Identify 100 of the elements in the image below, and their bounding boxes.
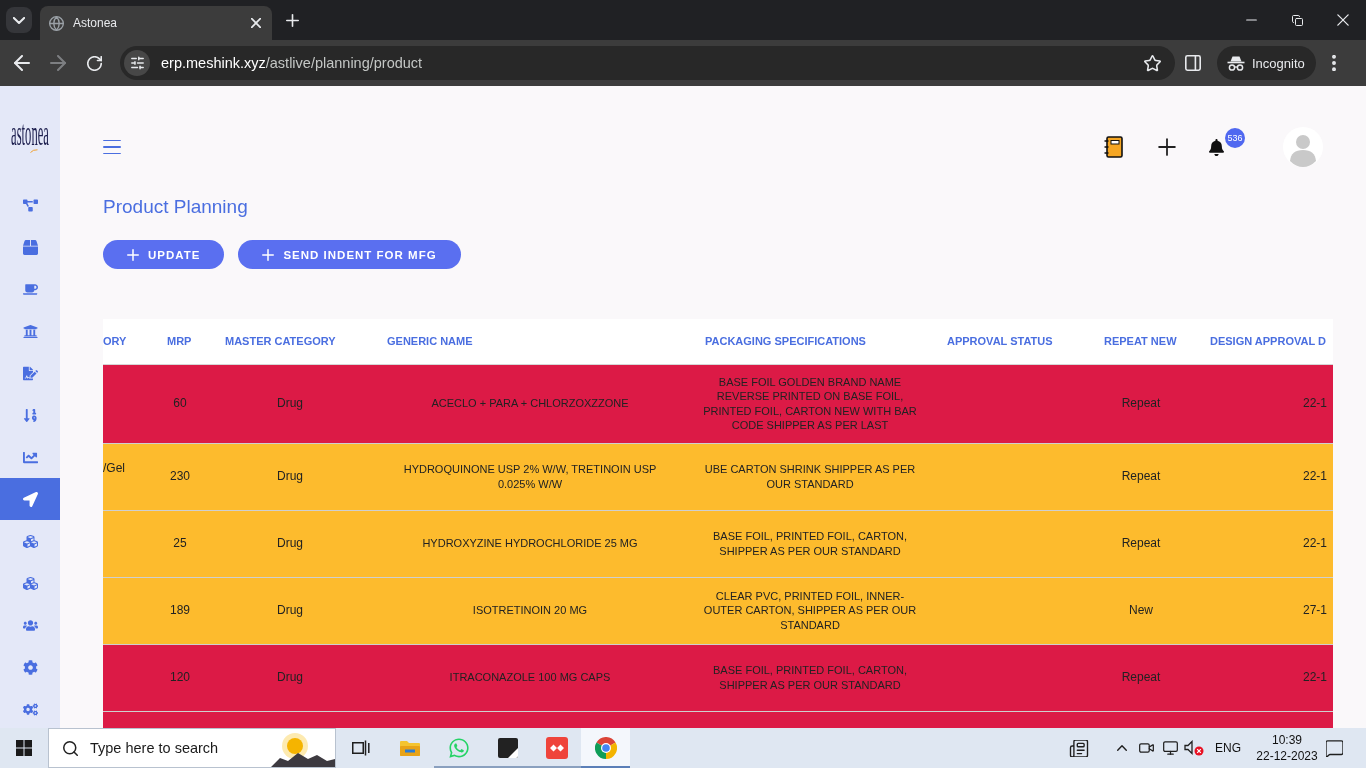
- table-cell: 25: [151, 510, 209, 577]
- location-arrow-icon: [22, 491, 38, 507]
- swoosh-icon: [30, 149, 38, 153]
- plus-icon: [262, 248, 275, 261]
- table-cell: Drug: [209, 510, 371, 577]
- table-cell: 22-1: [1194, 364, 1333, 443]
- chat-bubble-icon: [447, 737, 470, 759]
- url-text: erp.meshink.xyz/astlive/planning/product: [161, 55, 423, 71]
- clock-date: 22-12-2023: [1256, 748, 1318, 764]
- cubes-icon: [22, 575, 38, 591]
- side-panel-icon[interactable]: [1185, 55, 1201, 71]
- plus-icon[interactable]: [286, 13, 299, 27]
- reload-icon[interactable]: [86, 55, 102, 71]
- chevron-down-icon: [13, 16, 25, 24]
- search-icon: [63, 740, 78, 756]
- notification-icon[interactable]: [1325, 739, 1343, 757]
- menu-icon[interactable]: [103, 140, 121, 154]
- column-header: PACKAGING SPECIFICATIONS: [689, 319, 931, 364]
- column-header: REPEAT NEW: [1088, 319, 1194, 364]
- table-cell: 22-1: [1194, 510, 1333, 577]
- line-chart-icon: [22, 449, 38, 465]
- table-cell: ISOTRETINOIN 20 MG: [371, 577, 689, 644]
- news-icon[interactable]: [1069, 739, 1089, 757]
- browser-tab[interactable]: Astonea: [40, 6, 272, 40]
- language-indicator[interactable]: ENG: [1206, 728, 1250, 768]
- close-icon[interactable]: [1337, 14, 1349, 26]
- table-cell: 22-1: [1194, 644, 1333, 711]
- table-cell: ACECLO + PARA + CHLORZOXZZONE: [371, 364, 689, 443]
- note-icon: [497, 738, 518, 758]
- close-icon[interactable]: [251, 18, 261, 28]
- table-cell: Drug: [209, 644, 371, 711]
- settings-icon: [22, 659, 38, 675]
- table-cell: New: [1088, 577, 1194, 644]
- logo: astonea: [11, 116, 49, 148]
- column-header: MASTER CATEGORY: [209, 319, 371, 364]
- table-cell: CLEAR PVC, PRINTED FOIL, INNER-OUTER CARTON, SHIPPER AS PER OUR STANDARD: [689, 577, 931, 644]
- users-icon: [22, 617, 38, 633]
- diagram-icon: [22, 197, 38, 213]
- table-cell: Drug: [209, 443, 371, 510]
- column-header: APPROVAL STATUS: [931, 319, 1088, 364]
- update-button[interactable]: UPDATE: [103, 240, 225, 269]
- globe-icon: [49, 15, 64, 31]
- task-view-icon[interactable]: [351, 740, 370, 756]
- notification-badge: 536: [1225, 127, 1245, 148]
- star-icon[interactable]: [1144, 54, 1161, 72]
- browser-icon: [594, 737, 617, 759]
- table-cell: 189: [151, 577, 209, 644]
- notebook-icon[interactable]: [1104, 136, 1123, 158]
- table-row[interactable]: 25 Drug HYDROXYZINE HYDROCHLORIDE 25 MG BASE FOIL, PRINTED FOIL, CARTON, SHIPPER AS PER OUR STANDARD Repeat 22-1: [103, 510, 1333, 577]
- column-header: ORY: [103, 319, 151, 364]
- send-indent-button[interactable]: SEND INDENT FOR MFG: [238, 240, 461, 269]
- video-camera-icon[interactable]: [1138, 743, 1154, 753]
- table-cell: 27-1: [1194, 577, 1333, 644]
- table-cell: Repeat: [1088, 644, 1194, 711]
- table-cell: BASE FOIL, PRINTED FOIL, CARTON, SHIPPER AS PER OUR STANDARD: [689, 510, 931, 577]
- site-settings-button[interactable]: [124, 50, 150, 76]
- speaker-muted-icon[interactable]: [1184, 740, 1204, 756]
- sliders-icon: [130, 56, 144, 70]
- address-bar[interactable]: erp.meshink.xyz/astlive/planning/product: [120, 46, 1175, 80]
- table-cell: BASE FOIL GOLDEN BRAND NAME REVERSE PRINTED ON BASE FOIL, PRINTED FOIL, CARTON NEW WITH BAR CODE SHIPPER AS PER LAST: [689, 364, 931, 443]
- monitor-icon[interactable]: [1162, 741, 1178, 755]
- table-cell: 22-1: [1194, 443, 1333, 510]
- chevron-up-icon[interactable]: [1117, 745, 1127, 751]
- table-cell: Repeat: [1088, 443, 1194, 510]
- search-field[interactable]: Type here to search: [90, 740, 259, 756]
- minimize-icon[interactable]: [1245, 19, 1257, 21]
- restore-icon[interactable]: [1291, 14, 1303, 26]
- clock-time: 10:39: [1272, 732, 1302, 748]
- table-cell: UBE CARTON SHRINK SHIPPER AS PER OUR STANDARD: [689, 443, 931, 510]
- page-title: Product Planning: [103, 195, 248, 219]
- plus-icon: [127, 248, 139, 261]
- table-cell: HYDROXYZINE HYDROCHLORIDE 25 MG: [371, 510, 689, 577]
- table-cell: Drug: [209, 364, 371, 443]
- cubes-icon: [22, 533, 38, 549]
- table-cell: BASE FOIL, PRINTED FOIL, CARTON, SHIPPER AS PER OUR STANDARD: [689, 644, 931, 711]
- gears-icon: [22, 701, 38, 717]
- bank-icon: [22, 323, 38, 339]
- folder-icon: [398, 739, 421, 757]
- table-cell: HYDROQUINONE USP 2% W/W, TRETINOIN USP 0.025% W/W: [371, 443, 689, 510]
- mug-icon: [22, 281, 38, 297]
- box-icon: [22, 239, 38, 255]
- column-header: DESIGN APPROVAL D: [1194, 319, 1333, 364]
- plus-icon[interactable]: [1158, 138, 1176, 156]
- table-cell: 230: [151, 443, 209, 510]
- table-row[interactable]: 189 Drug ISOTRETINOIN 20 MG CLEAR PVC, PRINTED FOIL, INNER-OUTER CARTON, SHIPPER AS PER OUR STANDARD New 27-1: [103, 577, 1333, 644]
- kebab-menu-icon[interactable]: [1331, 55, 1336, 71]
- table-cell: Drug: [209, 577, 371, 644]
- column-header: MRP: [151, 319, 209, 364]
- table-row[interactable]: /Gel 230 Drug HYDROQUINONE USP 2% W/W, TRETINOIN USP 0.025% W/W UBE CARTON SHRINK SHIPPER AS PER OUR STANDARD Repeat 22-1: [103, 443, 1333, 510]
- bell-icon[interactable]: [1208, 138, 1225, 156]
- table-cell: Repeat: [1088, 510, 1194, 577]
- diamond-tile-icon: [545, 737, 568, 759]
- tab-list-button[interactable]: [6, 7, 32, 33]
- incognito-icon: [1227, 55, 1245, 71]
- sidebar-item[interactable]: [0, 478, 60, 520]
- column-header: GENERIC NAME: [371, 319, 689, 364]
- incognito-button[interactable]: Incognito: [1217, 46, 1316, 80]
- windows-logo-icon[interactable]: [16, 740, 32, 756]
- table-cell: 120: [151, 644, 209, 711]
- table-cell: /Gel: [103, 443, 151, 510]
